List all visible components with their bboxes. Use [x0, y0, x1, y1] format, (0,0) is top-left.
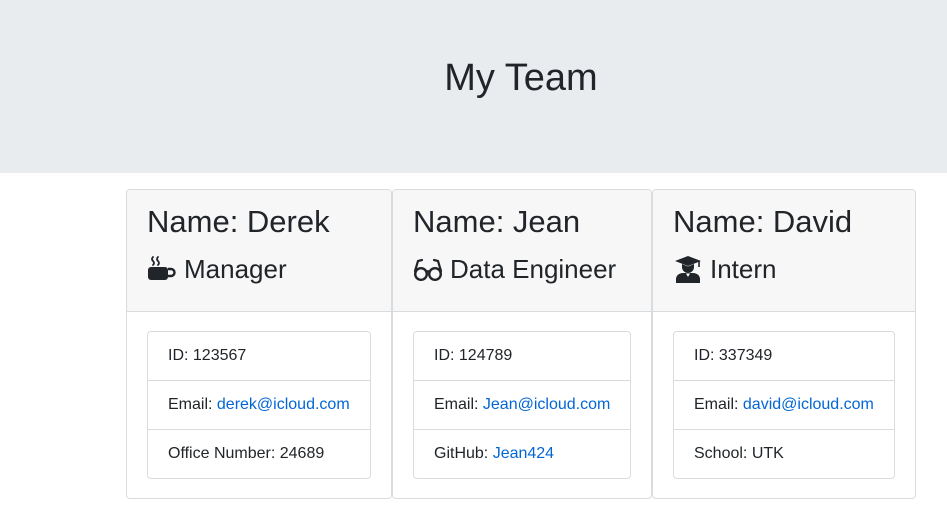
list-item-school: School: UTK	[674, 429, 894, 478]
details-list: ID: 123567 Email: derek@icloud.com Offic…	[147, 331, 371, 479]
school-label: School:	[694, 445, 752, 462]
list-item-id: ID: 124789	[414, 332, 630, 380]
email-label: Email:	[434, 396, 483, 413]
employee-card-intern: Name: David Intern ID: 337349 Email: dav…	[652, 189, 916, 499]
list-item-id: ID: 123567	[148, 332, 370, 380]
employee-card-engineer: Name: Jean Data Engineer ID: 124789 Emai…	[392, 189, 652, 499]
email-link[interactable]: Jean@icloud.com	[483, 396, 610, 413]
page-title: My Team	[444, 57, 598, 99]
employee-role: Manager	[147, 251, 287, 287]
employee-role: Intern	[673, 251, 777, 287]
card-header: Name: Derek Manager	[127, 190, 391, 312]
email-link[interactable]: david@icloud.com	[743, 396, 874, 413]
id-value: 124789	[458, 347, 513, 364]
school-value: UTK	[751, 445, 784, 462]
id-label: ID:	[694, 347, 719, 364]
card-header: Name: Jean Data Engineer	[393, 190, 651, 312]
employee-card-manager: Name: Derek Manager ID: 123567 Email: de…	[126, 189, 392, 499]
employee-name: Name: Derek	[147, 204, 330, 239]
list-item-github: GitHub: Jean424	[414, 429, 630, 478]
id-label: ID:	[168, 347, 193, 364]
list-item-email: Email: david@icloud.com	[674, 380, 894, 429]
list-item-email: Email: derek@icloud.com	[148, 380, 370, 429]
page-header: My Team	[0, 0, 947, 173]
id-label: ID:	[434, 347, 459, 364]
role-label: Data Engineer	[450, 254, 617, 284]
employee-name: Name: Jean	[413, 204, 581, 239]
coffee-icon	[147, 255, 177, 283]
details-list: ID: 337349 Email: david@icloud.com Schoo…	[673, 331, 895, 479]
list-item-office-number: Office Number: 24689	[148, 429, 370, 478]
email-label: Email:	[168, 396, 217, 413]
role-label: Intern	[710, 254, 777, 284]
graduate-icon	[673, 255, 703, 283]
office-number-label: Office Number:	[168, 445, 280, 462]
id-value: 123567	[192, 347, 247, 364]
list-item-id: ID: 337349	[674, 332, 894, 380]
email-link[interactable]: derek@icloud.com	[217, 396, 350, 413]
details-list: ID: 124789 Email: Jean@icloud.com GitHub…	[413, 331, 631, 479]
role-label: Manager	[184, 254, 287, 284]
employee-name: Name: David	[673, 204, 853, 239]
card-header: Name: David Intern	[653, 190, 915, 312]
github-label: GitHub:	[434, 445, 493, 462]
id-value: 337349	[718, 347, 773, 364]
list-item-email: Email: Jean@icloud.com	[414, 380, 630, 429]
employee-role: Data Engineer	[413, 251, 616, 287]
glasses-icon	[413, 255, 443, 283]
office-number-value: 24689	[279, 445, 325, 462]
github-link[interactable]: Jean424	[493, 445, 554, 462]
email-label: Email:	[694, 396, 743, 413]
